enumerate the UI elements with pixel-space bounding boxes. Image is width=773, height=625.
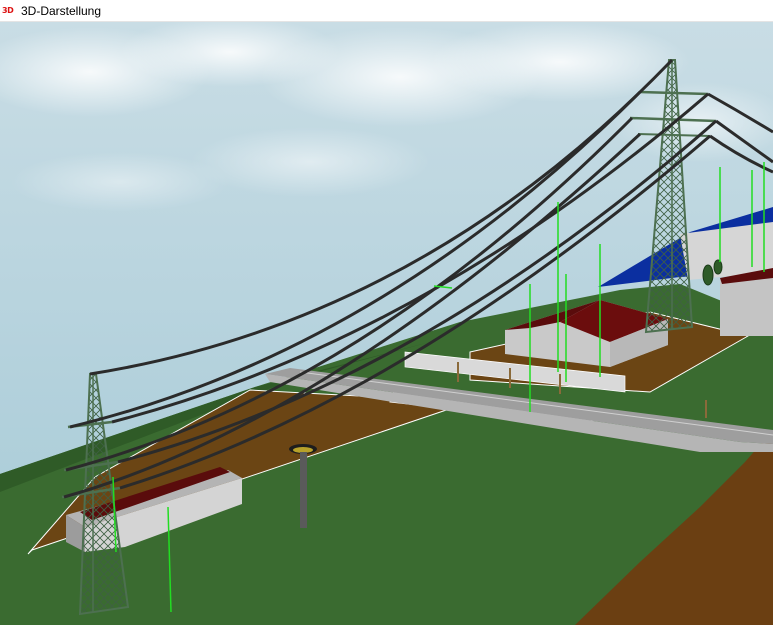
3d-viewport[interactable] <box>0 22 773 625</box>
title-bar[interactable]: 3D 3D-Darstellung <box>0 0 773 22</box>
window-title: 3D-Darstellung <box>21 3 102 18</box>
3d-app-icon: 3D <box>2 5 14 15</box>
window-3d-darstellung: 3D 3D-Darstellung <box>0 0 773 625</box>
